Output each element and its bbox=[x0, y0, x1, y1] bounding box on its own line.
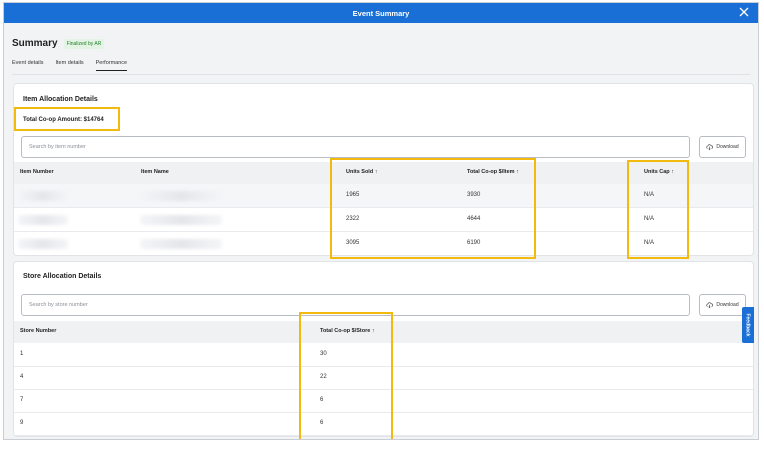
table-row: 7 6 bbox=[14, 389, 753, 413]
total-coop-cell: 3930 bbox=[467, 192, 481, 198]
total-coop-amount: Total Co-op Amount: $14764 bbox=[23, 117, 104, 123]
col-item-number[interactable]: Item Number bbox=[20, 169, 54, 175]
store-number-cell: 1 bbox=[20, 351, 24, 357]
col-units-cap[interactable]: Units Cap ↑ bbox=[644, 169, 674, 175]
table-row: 3095 6190 N/A bbox=[14, 232, 753, 255]
tab-event-details[interactable]: Event details bbox=[12, 60, 44, 71]
item-allocation-title: Item Allocation Details bbox=[23, 96, 98, 103]
close-icon[interactable] bbox=[739, 7, 749, 17]
redacted-item-name bbox=[140, 191, 222, 201]
redacted-item-number bbox=[18, 215, 68, 225]
tab-item-details[interactable]: Item details bbox=[56, 60, 84, 71]
store-total-cell: 6 bbox=[320, 420, 324, 426]
total-coop-cell: 4644 bbox=[467, 216, 481, 222]
tab-performance[interactable]: Performance bbox=[95, 60, 128, 71]
cloud-download-icon bbox=[706, 302, 714, 308]
store-total-cell: 22 bbox=[320, 374, 327, 380]
store-allocation-card: Store Allocation Details Search by store… bbox=[13, 261, 754, 437]
col-store-number[interactable]: Store Number bbox=[20, 328, 56, 334]
redacted-item-number bbox=[18, 239, 68, 249]
store-number-cell: 4 bbox=[20, 374, 24, 380]
item-download-label: Download bbox=[716, 144, 739, 150]
item-table-header: Item Number Item Name Units Sold ↑ Total… bbox=[14, 162, 753, 184]
status-badge: Finalized by AR bbox=[63, 38, 105, 49]
redacted-item-name bbox=[140, 215, 222, 225]
store-total-cell: 30 bbox=[320, 351, 327, 357]
modal-title: Event Summary bbox=[352, 8, 410, 18]
store-allocation-title: Store Allocation Details bbox=[23, 273, 102, 280]
units-sold-cell: 3095 bbox=[346, 240, 360, 246]
units-cap-cell: N/A bbox=[644, 240, 655, 246]
tab-bar: Event details Item details Performance bbox=[12, 60, 139, 71]
item-allocation-card: Item Allocation Details Total Co-op Amou… bbox=[13, 83, 754, 256]
table-row: 4 22 bbox=[14, 366, 753, 390]
event-summary-modal: Event Summary Summary Finalized by AR Ev… bbox=[3, 2, 759, 440]
col-item-name[interactable]: Item Name bbox=[141, 169, 169, 175]
store-search-input[interactable]: Search by store number bbox=[21, 294, 690, 316]
redacted-item-name bbox=[140, 239, 222, 249]
feedback-tab[interactable]: Feedback bbox=[742, 307, 754, 343]
table-row: 1 30 bbox=[14, 343, 753, 367]
redacted-item-number bbox=[18, 191, 68, 201]
table-row: 9 6 bbox=[14, 412, 753, 436]
units-cap-cell: N/A bbox=[644, 216, 655, 222]
item-download-button[interactable]: Download bbox=[699, 136, 746, 158]
col-total-coop-item[interactable]: Total Co-op $/Item ↑ bbox=[467, 169, 519, 175]
store-download-button[interactable]: Download bbox=[699, 294, 746, 316]
units-sold-cell: 1965 bbox=[346, 192, 360, 198]
store-search-placeholder: Search by store number bbox=[29, 302, 88, 308]
feedback-label: Feedback bbox=[745, 313, 752, 337]
units-cap-cell: N/A bbox=[644, 192, 655, 198]
col-units-sold[interactable]: Units Sold ↑ bbox=[346, 169, 377, 175]
tabs-divider bbox=[12, 74, 750, 75]
total-coop-cell: 6190 bbox=[467, 240, 481, 246]
summary-title: Summary bbox=[12, 38, 58, 49]
item-search-placeholder: Search by item number bbox=[29, 144, 86, 150]
store-total-cell: 6 bbox=[320, 397, 324, 403]
col-total-coop-store[interactable]: Total Co-op $/Store ↑ bbox=[320, 328, 375, 334]
modal-titlebar: Event Summary bbox=[4, 3, 758, 23]
table-row: 2322 4644 N/A bbox=[14, 208, 753, 232]
table-row: 1965 3930 N/A bbox=[14, 184, 753, 208]
store-download-label: Download bbox=[716, 302, 739, 308]
item-search-input[interactable]: Search by item number bbox=[21, 136, 690, 158]
cloud-download-icon bbox=[706, 144, 714, 150]
store-table-header: Store Number Total Co-op $/Store ↑ bbox=[14, 321, 753, 343]
store-number-cell: 9 bbox=[20, 420, 24, 426]
units-sold-cell: 2322 bbox=[346, 216, 360, 222]
store-number-cell: 7 bbox=[20, 397, 24, 403]
summary-header: Summary Finalized by AR bbox=[12, 38, 105, 49]
